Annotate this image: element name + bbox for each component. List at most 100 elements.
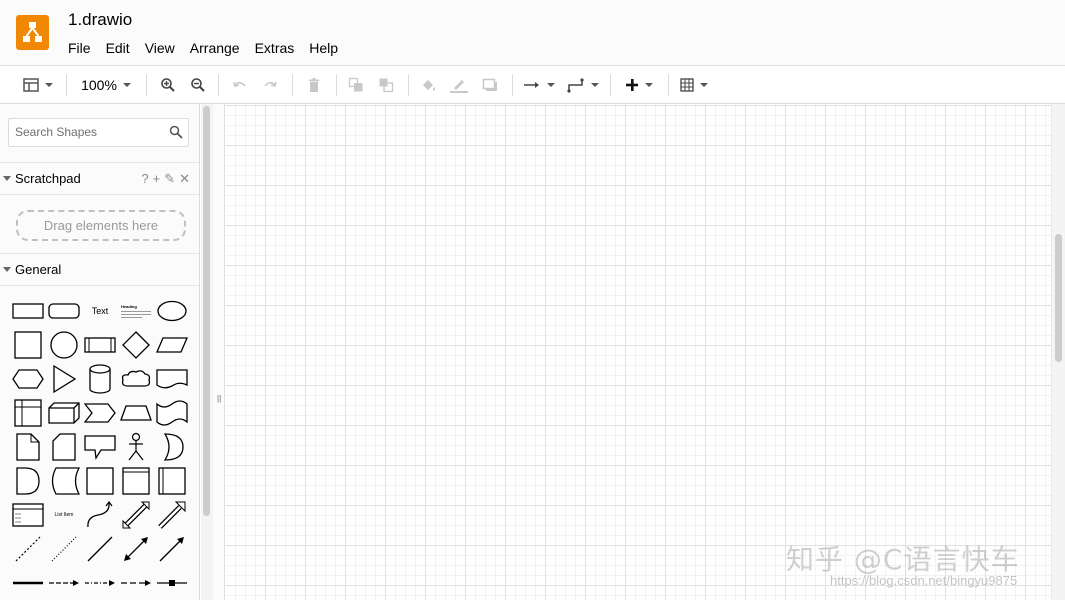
container-shape[interactable] [82, 464, 118, 498]
callout-shape[interactable] [82, 430, 118, 464]
canvas-scrollbar[interactable] [1051, 104, 1065, 600]
menu-edit[interactable]: Edit [106, 40, 130, 56]
insert-dropdown[interactable] [620, 66, 658, 104]
menu-bar: File Edit View Arrange Extras Help [68, 40, 353, 56]
drawio-logo-icon[interactable] [16, 15, 49, 50]
to-back-icon [379, 78, 394, 93]
dash-dot-arrow-shape[interactable] [82, 566, 118, 600]
general-header[interactable]: General [0, 253, 199, 286]
help-icon[interactable]: ? [141, 171, 148, 187]
drawio-app: 1.drawio File Edit View Arrange Extras H… [0, 0, 1065, 600]
close-icon[interactable]: ✕ [179, 171, 190, 187]
textbox-shape[interactable]: Heading [118, 294, 154, 328]
dotted-line-shape[interactable] [46, 532, 82, 566]
directional-connector-shape[interactable] [154, 532, 190, 566]
arrow-shape[interactable] [154, 498, 190, 532]
line-shape[interactable] [82, 532, 118, 566]
zoom-out-button[interactable] [188, 66, 208, 104]
sidebar-scroll-thumb[interactable] [203, 106, 210, 516]
shadow-button[interactable] [480, 66, 500, 104]
long-dash-arrow-shape[interactable] [118, 566, 154, 600]
cylinder-shape[interactable] [82, 362, 118, 396]
to-front-button[interactable] [346, 66, 366, 104]
redo-button[interactable] [260, 66, 280, 104]
rounded-rectangle-shape[interactable] [46, 294, 82, 328]
delete-button[interactable] [304, 66, 324, 104]
rectangle-shape[interactable] [10, 294, 46, 328]
line-color-button[interactable] [448, 66, 470, 104]
textbox-line [121, 317, 142, 318]
step-shape[interactable] [82, 396, 118, 430]
fill-color-button[interactable] [418, 66, 440, 104]
scratchpad-title: Scratchpad [15, 171, 81, 186]
text-shape[interactable]: Text [82, 294, 118, 328]
triangle-shape[interactable] [46, 362, 82, 396]
or-shape[interactable] [154, 430, 190, 464]
curve-shape[interactable] [82, 498, 118, 532]
actor-shape[interactable] [118, 430, 154, 464]
chevron-down-icon [591, 83, 599, 87]
cloud-shape[interactable] [118, 362, 154, 396]
undo-button[interactable] [230, 66, 250, 104]
zoom-in-button[interactable] [158, 66, 178, 104]
square-shape[interactable] [10, 328, 46, 362]
zoom-dropdown[interactable]: 100% [76, 66, 136, 104]
bidirectional-arrow-shape[interactable] [118, 498, 154, 532]
note-shape[interactable] [10, 430, 46, 464]
menu-help[interactable]: Help [309, 40, 338, 56]
menu-view[interactable]: View [145, 40, 175, 56]
scratchpad-header[interactable]: Scratchpad ? + ✎ ✕ [0, 162, 199, 195]
parallelogram-shape[interactable] [154, 328, 190, 362]
thick-link-shape[interactable] [10, 566, 46, 600]
watermark-url: https://blog.csdn.net/bingyu9875 [830, 573, 1018, 588]
card-shape[interactable] [46, 430, 82, 464]
collapse-handle-icon: || [217, 394, 222, 403]
swimlane-shape[interactable] [118, 464, 154, 498]
dashed-arrow-shape[interactable] [46, 566, 82, 600]
delay-shape[interactable] [10, 464, 46, 498]
waypoints-dropdown[interactable] [566, 66, 600, 104]
edit-icon[interactable]: ✎ [164, 171, 175, 187]
ellipse-shape[interactable] [154, 294, 190, 328]
vertical-swimlane-shape[interactable] [154, 464, 190, 498]
line-color-icon [450, 80, 468, 93]
process-shape[interactable] [82, 328, 118, 362]
to-back-button[interactable] [376, 66, 396, 104]
format-panel-button[interactable] [20, 66, 56, 104]
dashed-line-shape[interactable] [10, 532, 46, 566]
list-shape[interactable] [10, 498, 46, 532]
circle-shape[interactable] [46, 328, 82, 362]
sidebar-collapse-handle[interactable]: || [213, 104, 225, 600]
document-shape[interactable] [154, 362, 190, 396]
search-box [8, 118, 189, 147]
menu-file[interactable]: File [68, 40, 91, 56]
menu-arrange[interactable]: Arrange [190, 40, 240, 56]
trapezoid-shape[interactable] [118, 396, 154, 430]
search-input[interactable] [15, 125, 165, 139]
general-title: General [15, 262, 62, 277]
add-icon[interactable]: + [153, 171, 161, 187]
scratchpad-drop-zone[interactable]: Drag elements here [16, 210, 186, 241]
diamond-shape[interactable] [118, 328, 154, 362]
link-shape[interactable] [154, 566, 190, 600]
diagram-canvas[interactable] [226, 104, 1051, 600]
list-item-shape[interactable]: List Item [46, 498, 82, 532]
document-title[interactable]: 1.drawio [68, 10, 132, 30]
tape-shape[interactable] [154, 396, 190, 430]
table-dropdown[interactable] [676, 66, 712, 104]
cube-shape[interactable] [46, 396, 82, 430]
toolbar-divider [218, 74, 219, 96]
internal-storage-shape[interactable] [10, 396, 46, 430]
bidirectional-connector-shape[interactable] [118, 532, 154, 566]
chevron-down-icon [122, 83, 131, 87]
connection-style-dropdown[interactable] [522, 66, 556, 104]
search-icon[interactable] [169, 125, 183, 139]
scratchpad-tools: ? + ✎ ✕ [141, 171, 190, 187]
menu-extras[interactable]: Extras [255, 40, 295, 56]
hexagon-shape[interactable] [10, 362, 46, 396]
canvas-scroll-thumb[interactable] [1055, 234, 1062, 362]
collapse-triangle-icon [3, 176, 11, 181]
redo-icon [264, 81, 277, 87]
data-storage-shape[interactable] [46, 464, 82, 498]
sidebar-scrollbar[interactable] [201, 104, 213, 600]
